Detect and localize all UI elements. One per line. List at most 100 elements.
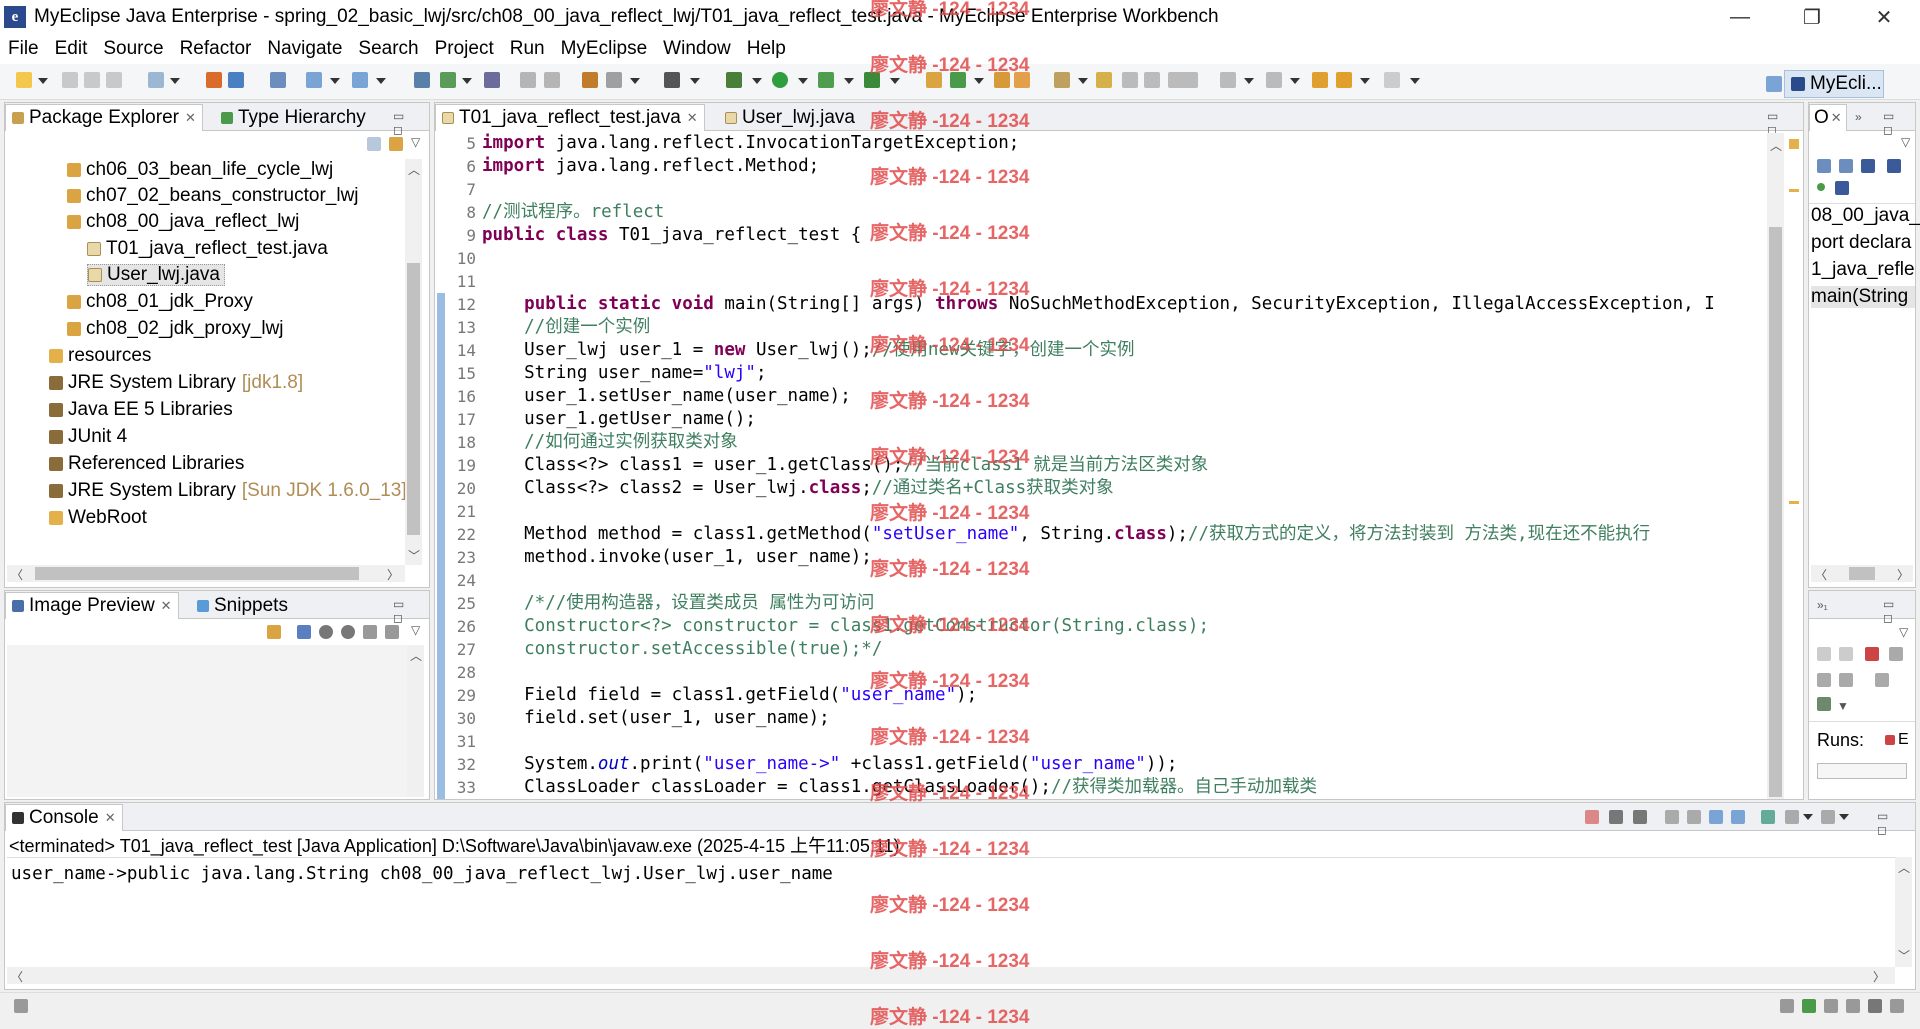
tab-package-explorer[interactable]: Package Explorer ✕: [5, 104, 203, 131]
tab-type-hierarchy[interactable]: Type Hierarchy: [215, 104, 372, 131]
tab-image-preview[interactable]: Image Preview ✕: [5, 592, 179, 619]
run-external-icon[interactable]: [818, 72, 834, 88]
open-resource-icon[interactable]: [1054, 72, 1070, 88]
rerun-icon[interactable]: [1817, 673, 1831, 687]
scroll-lock-icon[interactable]: [1687, 810, 1701, 824]
last-edit-icon[interactable]: [1312, 72, 1328, 88]
save-icon[interactable]: [62, 72, 78, 88]
code-line[interactable]: user_1.getUser_name();: [482, 408, 756, 431]
collapse-icon[interactable]: [1817, 159, 1831, 173]
code-line[interactable]: import java.lang.reflect.InvocationTarge…: [482, 132, 1019, 155]
status-icon-3[interactable]: [1824, 999, 1838, 1013]
back-icon[interactable]: [1336, 72, 1352, 88]
minimize-maximize-icons[interactable]: ▭ ◻: [1883, 597, 1915, 625]
fast-view-icon[interactable]: [14, 999, 28, 1013]
restore-button[interactable]: ❐: [1782, 0, 1842, 34]
actual-size-icon[interactable]: [363, 625, 377, 639]
search-icon[interactable]: [352, 72, 368, 88]
minimize-maximize-icons[interactable]: ▭ ◻: [1877, 809, 1915, 837]
code-line[interactable]: String user_name="lwj";: [482, 362, 766, 385]
run-icon[interactable]: [772, 72, 788, 88]
hide-static-icon[interactable]: [1887, 159, 1901, 173]
code-line[interactable]: import java.lang.reflect.Method;: [482, 155, 819, 178]
dropdown-arrow-icon[interactable]: [1290, 78, 1300, 84]
tree-item-ch08-01[interactable]: ch08_01_jdk_Proxy: [67, 291, 253, 313]
dropdown-arrow-icon[interactable]: [330, 78, 340, 84]
code-line[interactable]: System.out.print("user_name->" +class1.g…: [482, 753, 1177, 776]
history-icon[interactable]: [1817, 697, 1831, 711]
dropdown-arrow-icon[interactable]: [38, 78, 48, 84]
stop-icon[interactable]: [1875, 673, 1889, 687]
warning-marker-icon[interactable]: [1789, 139, 1799, 149]
scroll-thumb[interactable]: [1769, 227, 1782, 797]
code-line[interactable]: Class<?> class1 = user_1.getClass();//当前…: [482, 454, 1208, 477]
open-console-icon[interactable]: [1821, 810, 1835, 824]
dropdown-arrow-icon[interactable]: [462, 78, 472, 84]
manage-deployments-icon[interactable]: [228, 72, 244, 88]
more-views-icon[interactable]: »: [1855, 110, 1862, 124]
terminate-icon[interactable]: [1585, 810, 1599, 824]
menu-search[interactable]: Search: [350, 38, 426, 60]
previous-annotation-icon[interactable]: [1266, 72, 1282, 88]
tab-outline[interactable]: O ✕: [1809, 104, 1847, 131]
menu-window[interactable]: Window: [655, 38, 739, 60]
forward-icon[interactable]: [1384, 72, 1400, 88]
tree-item-jre-jdk18[interactable]: JRE System Library [jdk1.8]: [49, 372, 303, 394]
tree-item-webroot[interactable]: WebRoot: [49, 507, 147, 529]
rerun-failed-icon[interactable]: [1839, 673, 1853, 687]
close-icon[interactable]: ✕: [105, 810, 116, 826]
code-line[interactable]: field.set(user_1, user_name);: [482, 707, 830, 730]
dropdown-arrow-icon[interactable]: [630, 78, 640, 84]
outline-hscroll[interactable]: 〈 〉: [1811, 565, 1913, 582]
dropdown-arrow-icon[interactable]: [844, 78, 854, 84]
tree-item-ch08-02[interactable]: ch08_02_jdk_proxy_lwj: [67, 318, 284, 340]
package-icon[interactable]: [582, 72, 598, 88]
clear-console-icon[interactable]: [1665, 810, 1679, 824]
remove-launch-icon[interactable]: [1609, 810, 1623, 824]
close-icon[interactable]: ✕: [687, 110, 698, 126]
globe-icon[interactable]: [484, 72, 500, 88]
code-line[interactable]: Constructor<?> constructor = class1.getC…: [482, 615, 1209, 638]
dropdown-arrow-icon[interactable]: [690, 78, 700, 84]
dropdown-arrow-icon[interactable]: [890, 78, 900, 84]
dropdown-arrow-icon[interactable]: ▼: [1837, 699, 1849, 713]
show-on-stdout-icon[interactable]: [1709, 810, 1723, 824]
tab-user-lwj[interactable]: User_lwj.java: [719, 104, 861, 131]
minimize-maximize-icons[interactable]: ▭ ◻: [393, 109, 429, 137]
zoom-out-icon[interactable]: [319, 625, 333, 639]
scroll-thumb[interactable]: [1849, 567, 1875, 580]
console-vscroll[interactable]: ︿ ﹀: [1895, 857, 1912, 967]
new-server-icon[interactable]: [148, 72, 164, 88]
previous-failure-icon[interactable]: [1839, 647, 1853, 661]
code-line[interactable]: //创建一个实例: [482, 316, 650, 339]
dropdown-arrow-icon[interactable]: [1410, 78, 1420, 84]
tab-snippets[interactable]: Snippets: [191, 592, 294, 619]
hide-fields-icon[interactable]: [1861, 159, 1875, 173]
menu-help[interactable]: Help: [739, 38, 794, 60]
view-menu-icon[interactable]: ▽: [411, 135, 420, 149]
link-with-editor-icon[interactable]: [389, 137, 403, 151]
web-browser-icon[interactable]: [306, 72, 322, 88]
display-console-icon[interactable]: [1785, 810, 1799, 824]
tree-item-user-lwj-java[interactable]: User_lwj.java: [87, 264, 225, 286]
open-type-icon[interactable]: [270, 72, 286, 88]
code-line[interactable]: Method method = class1.getMethod("setUse…: [482, 523, 1650, 546]
dropdown-arrow-icon[interactable]: [1078, 78, 1088, 84]
refresh-icon[interactable]: [544, 72, 560, 88]
status-icon-4[interactable]: [1846, 999, 1860, 1013]
code-line[interactable]: Class<?> class2 = User_lwj.class;//通过类名+…: [482, 477, 1114, 500]
deploy-icon[interactable]: [206, 72, 222, 88]
outline-main-method[interactable]: main(String: [1811, 286, 1915, 308]
open-perspective-button-icon[interactable]: [1766, 76, 1782, 92]
scroll-lock-icon[interactable]: [1889, 647, 1903, 661]
code-line[interactable]: //测试程序。reflect: [482, 201, 664, 224]
code-line[interactable]: public static void main(String[] args) t…: [482, 293, 1715, 316]
tree-item-t01-java[interactable]: T01_java_reflect_test.java: [87, 238, 328, 260]
monitor-icon[interactable]: [664, 72, 680, 88]
code-line[interactable]: method.invoke(user_1, user_name);: [482, 546, 872, 569]
scroll-thumb[interactable]: [35, 567, 359, 580]
view-menu-icon[interactable]: ▽: [411, 623, 420, 637]
tree-item-ch08-00[interactable]: ch08_00_java_reflect_lwj: [67, 211, 299, 233]
outline-package[interactable]: 08_00_java_: [1811, 205, 1920, 227]
show-failures-icon[interactable]: [1865, 647, 1879, 661]
